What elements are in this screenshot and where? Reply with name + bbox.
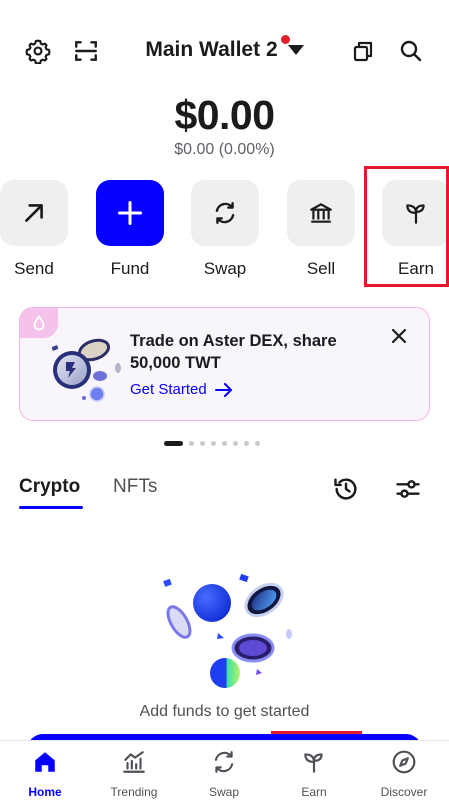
nav-trending-label: Trending xyxy=(110,785,158,799)
fund-tile[interactable] xyxy=(96,180,164,246)
trending-chart-icon xyxy=(123,751,145,773)
carousel-indicator xyxy=(164,440,260,446)
history-icon[interactable] xyxy=(331,474,361,504)
nav-home[interactable]: Home xyxy=(0,741,90,800)
notification-dot xyxy=(280,35,290,44)
fund-button[interactable]: Fund xyxy=(96,180,164,279)
carousel-dot[interactable] xyxy=(189,440,194,446)
wallet-name: Main Wallet 2 xyxy=(145,38,278,61)
sell-label: Sell xyxy=(306,259,336,278)
fund-label: Fund xyxy=(110,259,150,278)
swap-label: Swap xyxy=(203,259,247,278)
carousel-dot[interactable] xyxy=(255,440,260,446)
nav-home-label: Home xyxy=(28,785,62,799)
empty-coins-illustration xyxy=(163,573,292,688)
balance-amount: $0.00 xyxy=(174,92,275,138)
compass-icon xyxy=(392,750,416,774)
bottom-nav: Home Trending Swap Earn Discover xyxy=(0,740,449,800)
nav-trending[interactable]: Trending xyxy=(89,741,179,800)
bank-icon xyxy=(310,203,332,223)
promo-title: Trade on Aster DEX, share 50,000 TWT xyxy=(130,332,337,372)
carousel-dot[interactable] xyxy=(244,440,249,446)
sprout-icon xyxy=(304,753,323,773)
balance-change: $0.00 (0.00%) xyxy=(174,141,275,158)
close-icon[interactable] xyxy=(389,326,409,346)
swap-arrows-icon xyxy=(215,202,235,224)
chevron-down-icon xyxy=(287,45,304,55)
plus-icon xyxy=(117,200,143,226)
nav-discover-label: Discover xyxy=(380,785,428,799)
arrow-right-icon xyxy=(214,382,232,397)
carousel-dot[interactable] xyxy=(164,440,183,446)
nav-earn[interactable]: Earn xyxy=(269,741,359,800)
send-tile[interactable] xyxy=(0,180,68,246)
carousel-dot[interactable] xyxy=(200,440,205,446)
promo-banner[interactable]: Trade on Aster DEX, share 50,000 TWT Get… xyxy=(19,307,430,421)
nav-earn-label: Earn xyxy=(301,785,327,799)
sell-tile[interactable] xyxy=(287,180,355,246)
send-label: Send xyxy=(14,259,54,278)
carousel-dot[interactable] xyxy=(222,440,227,446)
active-tab-indicator xyxy=(19,506,83,509)
carousel-dot[interactable] xyxy=(233,440,238,446)
arrow-up-right-icon xyxy=(25,204,43,222)
carousel-dot[interactable] xyxy=(211,440,216,446)
sell-button[interactable]: Sell xyxy=(287,180,355,279)
swap-button[interactable]: Swap xyxy=(191,180,259,279)
nav-swap[interactable]: Swap xyxy=(179,741,269,800)
aster-coins-illustration xyxy=(51,338,121,402)
filter-sliders-icon[interactable] xyxy=(393,474,423,504)
earn-highlight-box xyxy=(364,166,449,287)
swap-icon xyxy=(214,751,234,773)
empty-state-message: Add funds to get started xyxy=(139,703,310,720)
tab-crypto[interactable]: Crypto xyxy=(19,476,80,498)
search-icon[interactable] xyxy=(396,36,426,66)
tab-nfts[interactable]: NFTs xyxy=(113,476,157,498)
wallet-selector[interactable]: Main Wallet 2 xyxy=(0,35,449,62)
get-started-link[interactable]: Get Started xyxy=(130,381,233,398)
home-icon xyxy=(35,752,55,772)
copy-icon[interactable] xyxy=(348,36,378,66)
get-started-label: Get Started xyxy=(130,381,207,398)
send-button[interactable]: Send xyxy=(0,180,68,279)
swap-tile[interactable] xyxy=(191,180,259,246)
top-bar: Main Wallet 2 xyxy=(0,30,449,74)
nav-discover[interactable]: Discover xyxy=(359,741,449,800)
nav-swap-label: Swap xyxy=(208,785,240,799)
